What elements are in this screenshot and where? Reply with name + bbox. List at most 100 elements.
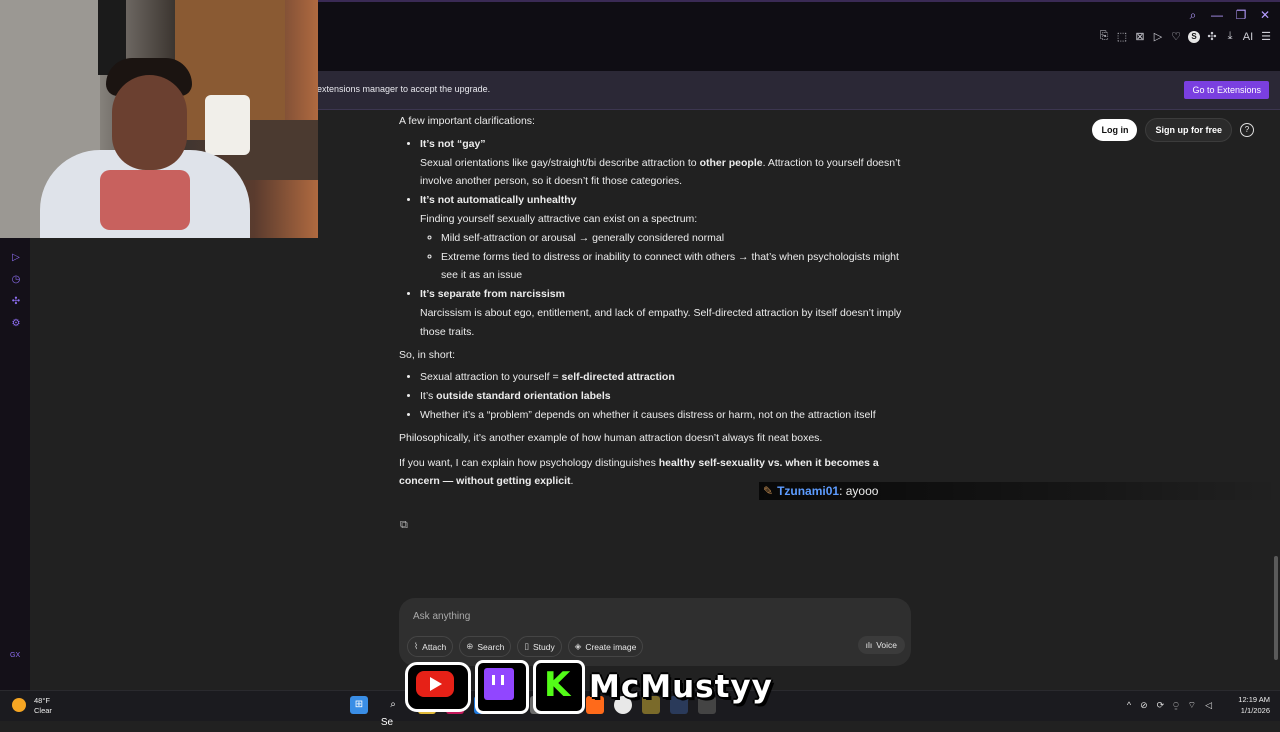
- study-button[interactable]: ▯ Study: [517, 636, 562, 657]
- bold-span: outside standard orientation labels: [436, 390, 611, 403]
- chevron-up-icon[interactable]: ^: [1127, 700, 1131, 711]
- bold-span: other people: [699, 156, 763, 169]
- sync-icon[interactable]: ⟳: [1157, 700, 1165, 711]
- webcam-person-head: [112, 75, 187, 170]
- kick-icon: K: [533, 660, 585, 714]
- ai-icon[interactable]: AI: [1242, 31, 1254, 43]
- extensions-rail-icon[interactable]: ✣: [10, 296, 22, 308]
- list-item: It’s outside standard orientation labels: [420, 387, 911, 406]
- list-item: Mild self-attraction or arousal → genera…: [441, 229, 911, 248]
- list-item: Sexual attraction to yourself = self-dir…: [420, 368, 911, 387]
- bullet-body: Sexual orientations like gay/straight/bi…: [420, 154, 911, 192]
- bullet-body: Narcissism is about ego, entitlement, an…: [420, 306, 902, 338]
- go-to-extensions-button[interactable]: Go to Extensions: [1184, 81, 1269, 99]
- pencil-icon: ✎: [763, 484, 774, 498]
- response-intro: A few important clarifications:: [399, 115, 535, 127]
- message-composer: Ask anything ⌇ Attach ⊕ Search ▯ Study ◈ Cre…: [399, 598, 911, 666]
- settings-icon[interactable]: ⚙: [10, 318, 22, 330]
- history-icon[interactable]: ◷: [10, 274, 22, 286]
- text-span: Sexual attraction to yourself =: [420, 371, 562, 384]
- composer-input[interactable]: Ask anything: [413, 611, 470, 622]
- search-label: Se: [380, 717, 394, 728]
- weather-moon-icon: [12, 698, 26, 712]
- puzzle-icon[interactable]: ✣: [1206, 30, 1218, 43]
- restore-icon[interactable]: ❐: [1234, 8, 1248, 23]
- summary-list: Sexual attraction to yourself = self-dir…: [399, 368, 911, 424]
- philosophy-paragraph: Philosophically, it’s another example of…: [399, 431, 823, 444]
- speaker-icon[interactable]: ◁: [1205, 700, 1212, 711]
- voice-button[interactable]: ılı Voice: [857, 636, 905, 654]
- button-label: Search: [477, 641, 505, 652]
- tab-strip-line: [318, 0, 1280, 2]
- search-icon[interactable]: ⌕: [1186, 8, 1200, 23]
- weather-condition: Clear: [34, 706, 52, 715]
- browser-toolbar: ⎘ ⬚ ⊠ ▷ ♡ S ✣ ⤓ AI ☰: [1098, 30, 1272, 43]
- bullet-title: It’s not automatically unhealthy: [420, 194, 577, 207]
- button-label: Attach: [422, 641, 447, 652]
- nested-list: Mild self-attraction or arousal → genera…: [420, 229, 911, 285]
- time: 12:19 AM: [1238, 695, 1270, 704]
- bookmark-icon[interactable]: ⎘: [1098, 30, 1110, 43]
- windows-start-icon[interactable]: ⊞: [350, 696, 368, 714]
- text-span: If you want, I can explain how psycholog…: [399, 456, 659, 469]
- stream-chat-message: ✎ Tzunami01: ayooo: [759, 482, 1280, 500]
- weather-text: 48°F Clear: [34, 696, 52, 716]
- button-label: Create image: [585, 641, 637, 652]
- system-tray: ^ ⊘ ⟳ ⍜ ⌔ ◁: [1127, 700, 1212, 711]
- clock[interactable]: 12:19 AM 1/1/2026: [1238, 694, 1270, 716]
- bullet-body: Finding yourself sexually attractive can…: [420, 212, 698, 225]
- copy-icon[interactable]: ⧉: [400, 519, 408, 532]
- list-item: Whether it’s a “problem” depends on whet…: [420, 406, 911, 425]
- twitch-icon: [475, 660, 529, 714]
- download-icon[interactable]: ⤓: [1224, 30, 1236, 43]
- webcam-jar: [205, 95, 250, 155]
- date: 1/1/2026: [1240, 706, 1270, 715]
- button-label: Voice: [876, 640, 897, 650]
- streamer-name: McMustyy: [589, 669, 773, 705]
- signup-button[interactable]: Sign up for free: [1145, 118, 1232, 142]
- clarifications-list: It’s not “gay” Sexual orientations like …: [399, 135, 911, 342]
- image-icon: ◈: [574, 641, 582, 651]
- player-icon[interactable]: ▷: [10, 252, 22, 264]
- minimize-icon[interactable]: —: [1210, 8, 1224, 23]
- extensions-icon[interactable]: ⊠: [1134, 30, 1146, 43]
- youtube-icon: [405, 662, 471, 712]
- stream-branding: K McMustyy: [405, 660, 773, 714]
- mic-icon[interactable]: ⍜: [1173, 700, 1178, 711]
- chat-message-text: : ayooo: [839, 484, 879, 498]
- tray-app-icon[interactable]: ⊘: [1140, 700, 1148, 711]
- button-label: Study: [533, 641, 555, 652]
- list-item: It’s separate from narcissism Narcissism…: [420, 285, 911, 341]
- snapshot-icon[interactable]: ⬚: [1116, 30, 1128, 43]
- taskbar-search[interactable]: ⌕ Se: [378, 696, 408, 728]
- book-icon: ▯: [524, 641, 530, 651]
- s-icon[interactable]: S: [1188, 30, 1200, 43]
- attach-button[interactable]: ⌇ Attach: [407, 636, 454, 657]
- help-icon[interactable]: ?: [1240, 123, 1254, 137]
- heart-icon[interactable]: ♡: [1170, 30, 1182, 43]
- close-icon[interactable]: ✕: [1258, 8, 1272, 23]
- text-span: .: [570, 475, 574, 488]
- webcam-overlay: [0, 0, 318, 238]
- auth-buttons: Log in Sign up for free ?: [1092, 118, 1254, 142]
- login-button[interactable]: Log in: [1092, 119, 1138, 141]
- bold-span: self-directed attraction: [561, 371, 675, 384]
- short-intro: So, in short:: [399, 348, 456, 361]
- waveform-icon: ılı: [865, 640, 873, 650]
- wifi-icon[interactable]: ⌔: [1188, 700, 1196, 711]
- list-item: It’s not “gay” Sexual orientations like …: [420, 135, 911, 191]
- menu-icon[interactable]: ☰: [1260, 30, 1272, 43]
- search-button[interactable]: ⊕ Search: [459, 636, 512, 657]
- bullet-title: It’s not “gay”: [420, 137, 486, 150]
- ai-label: AI: [1242, 30, 1254, 43]
- text-span: It’s: [420, 390, 437, 403]
- bullet-title: It’s separate from narcissism: [420, 288, 565, 301]
- webcam-shirt-graphic: [100, 170, 190, 230]
- gx-label: GX: [10, 652, 21, 659]
- play-icon[interactable]: ▷: [1152, 30, 1164, 43]
- create-image-button[interactable]: ◈ Create image: [567, 636, 644, 657]
- chat-username: Tzunami01: [777, 484, 840, 498]
- temperature: 48°F: [34, 696, 50, 705]
- list-item: Extreme forms tied to distress or inabil…: [441, 248, 911, 286]
- scrollbar[interactable]: [1274, 556, 1278, 660]
